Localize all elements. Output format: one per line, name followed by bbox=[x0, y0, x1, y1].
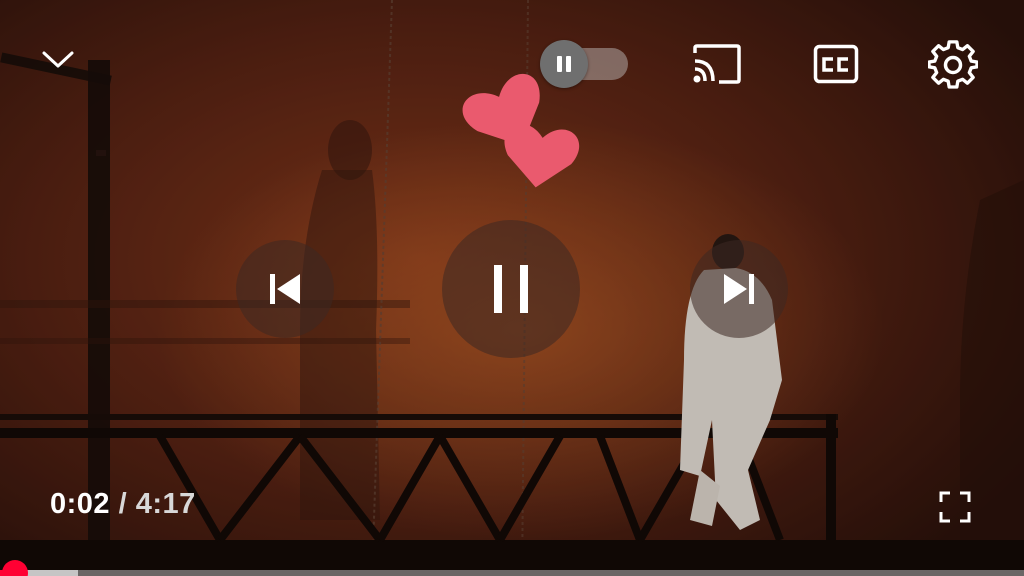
gear-icon bbox=[928, 40, 978, 89]
current-time: 0:02 bbox=[50, 488, 111, 520]
fullscreen-icon bbox=[939, 491, 971, 523]
heart-icon bbox=[504, 123, 580, 188]
pause-icon bbox=[494, 265, 528, 313]
next-button[interactable] bbox=[690, 240, 788, 338]
pause-icon bbox=[557, 56, 571, 72]
time-display: 0:02 / 4:17 bbox=[50, 488, 196, 521]
duration: 4:17 bbox=[135, 488, 196, 520]
time-separator: / bbox=[118, 488, 128, 520]
cc-icon bbox=[813, 44, 859, 84]
captions-button[interactable] bbox=[806, 38, 866, 90]
play-pause-button[interactable] bbox=[442, 220, 580, 358]
cast-button[interactable] bbox=[684, 38, 750, 90]
skip-next-icon bbox=[724, 274, 754, 304]
video-player[interactable]: 0:02 / 4:17 bbox=[0, 0, 1024, 576]
chevron-down-icon bbox=[42, 51, 74, 68]
previous-button[interactable] bbox=[236, 240, 334, 338]
minimize-button[interactable] bbox=[30, 38, 86, 82]
skip-previous-icon bbox=[270, 274, 300, 304]
fullscreen-button[interactable] bbox=[930, 484, 980, 530]
autoplay-toggle-knob[interactable] bbox=[540, 40, 588, 88]
settings-button[interactable] bbox=[922, 34, 984, 96]
progress-bar[interactable] bbox=[0, 570, 1024, 576]
cast-icon bbox=[693, 44, 741, 84]
